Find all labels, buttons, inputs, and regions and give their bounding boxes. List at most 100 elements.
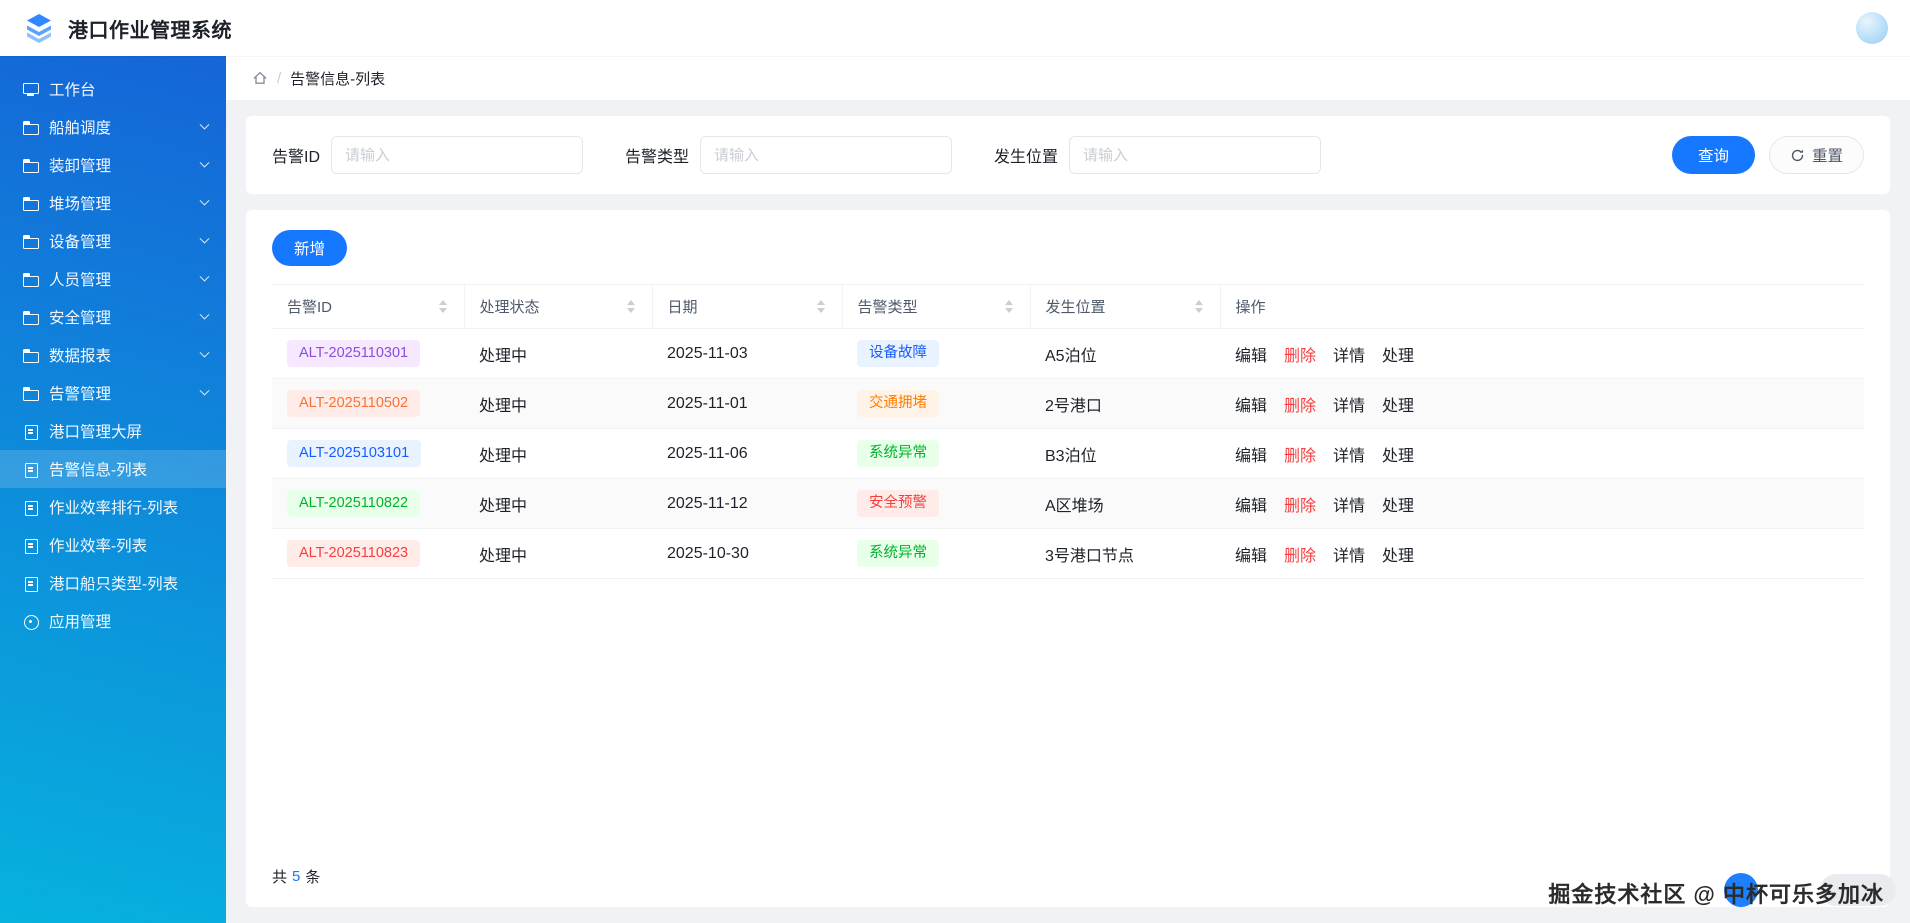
breadcrumb: / 告警信息-列表 (226, 56, 1910, 100)
menu-item-icon (22, 499, 38, 516)
action-edit-link[interactable]: 编辑 (1235, 542, 1267, 566)
total-number: 5 (292, 868, 301, 885)
app-logo-icon (22, 11, 56, 45)
sidebar-item[interactable]: 装卸管理 (0, 146, 226, 184)
add-button[interactable]: 新增 (272, 230, 348, 266)
menu-item-label: 告警信息-列表 (49, 462, 148, 479)
action-handle-link[interactable]: 处理 (1382, 542, 1414, 566)
user-avatar[interactable] (1856, 12, 1888, 44)
action-edit-link[interactable]: 编辑 (1235, 392, 1267, 416)
menu-item-icon (22, 461, 38, 478)
column-header[interactable]: 告警ID (272, 284, 465, 329)
action-delete-link[interactable]: 删除 (1284, 342, 1316, 366)
sort-icon[interactable] (1003, 298, 1015, 315)
chevron-down-icon (199, 385, 210, 396)
column-header[interactable]: 处理状态 (464, 284, 653, 329)
date-text: 2025-11-12 (667, 494, 748, 512)
action-edit-link[interactable]: 编辑 (1235, 492, 1267, 516)
sidebar-item[interactable]: 港口管理大屏 (0, 412, 226, 450)
location-text: B3泊位 (1045, 447, 1097, 465)
action-delete-link[interactable]: 删除 (1284, 492, 1316, 516)
alert-type-badge: 安全预警 (857, 489, 939, 518)
menu-item-label: 工作台 (49, 82, 96, 99)
sidebar-item[interactable]: 告警信息-列表 (0, 450, 226, 488)
action-detail-link[interactable]: 详情 (1333, 392, 1365, 416)
total-suffix: 条 (305, 869, 321, 886)
action-detail-link[interactable]: 详情 (1333, 542, 1365, 566)
chevron-down-icon (199, 195, 210, 206)
total-prefix: 共 (272, 869, 288, 886)
action-handle-link[interactable]: 处理 (1382, 392, 1414, 416)
action-delete-link[interactable]: 删除 (1284, 392, 1316, 416)
date-text: 2025-11-03 (667, 344, 748, 362)
table-header: 告警ID 处理状态 日期 告警类型 发生位置 操作 (272, 284, 1864, 329)
menu-item-label: 港口船只类型-列表 (49, 576, 179, 593)
menu-item-label: 港口管理大屏 (49, 424, 143, 441)
reset-button[interactable]: 重置 (1768, 136, 1864, 174)
column-header[interactable]: 发生位置 (1030, 284, 1221, 329)
column-label: 处理状态 (479, 299, 540, 316)
sort-icon[interactable] (437, 298, 449, 315)
action-detail-link[interactable]: 详情 (1333, 492, 1365, 516)
sidebar-item[interactable]: 港口船只类型-列表 (0, 564, 226, 602)
sidebar-item[interactable]: 告警管理 (0, 374, 226, 412)
action-handle-link[interactable]: 处理 (1382, 342, 1414, 366)
filter-input[interactable] (331, 136, 584, 174)
filter-actions: 查询 重置 (1671, 136, 1864, 174)
action-edit-link[interactable]: 编辑 (1235, 342, 1267, 366)
sidebar-item[interactable]: 作业效率-列表 (0, 526, 226, 564)
chevron-down-icon (199, 233, 210, 244)
sidebar-item[interactable]: 船舶调度 (0, 108, 226, 146)
menu-item-label: 安全管理 (49, 310, 112, 327)
action-handle-link[interactable]: 处理 (1382, 442, 1414, 466)
column-header[interactable]: 告警类型 (842, 284, 1031, 329)
sidebar-item[interactable]: 人员管理 (0, 260, 226, 298)
breadcrumb-current: 告警信息-列表 (290, 70, 386, 88)
sort-icon[interactable] (815, 298, 827, 315)
menu-item-icon (22, 347, 39, 363)
filter-input[interactable] (1069, 136, 1322, 174)
chevron-down-icon (199, 157, 210, 168)
refresh-icon (1790, 148, 1805, 163)
menu-item-label: 作业效率-列表 (49, 538, 148, 555)
sort-icon[interactable] (625, 298, 637, 315)
action-detail-link[interactable]: 详情 (1333, 442, 1365, 466)
location-text: A区堆场 (1045, 497, 1104, 515)
sidebar-item[interactable]: 堆场管理 (0, 184, 226, 222)
alert-type-badge: 设备故障 (857, 339, 939, 368)
action-delete-link[interactable]: 删除 (1284, 542, 1316, 566)
alerts-table: 告警ID 处理状态 日期 告警类型 发生位置 操作 ALT-2025110301… (272, 284, 1864, 579)
column-label: 告警类型 (857, 299, 918, 316)
menu-item-icon (22, 575, 38, 592)
column-header[interactable]: 操作 (1220, 284, 1864, 329)
menu-item-label: 船舶调度 (49, 120, 112, 137)
main-content: / 告警信息-列表 告警ID 告警类型 发生位置 (226, 56, 1910, 923)
action-detail-link[interactable]: 详情 (1333, 342, 1365, 366)
menu-item-label: 人员管理 (49, 272, 112, 289)
action-edit-link[interactable]: 编辑 (1235, 442, 1267, 466)
search-button[interactable]: 查询 (1671, 136, 1755, 174)
sort-icon[interactable] (1193, 298, 1205, 315)
chevron-down-icon (199, 347, 210, 358)
menu-item-icon (22, 119, 39, 135)
row-actions: 编辑 删除 详情 处理 (1235, 492, 1849, 516)
column-header[interactable]: 日期 (652, 284, 843, 329)
reset-button-label: 重置 (1811, 148, 1843, 165)
table-row: ALT-2025110301 处理中 2025-11-03 设备故障 A5泊位 … (272, 328, 1864, 379)
action-delete-link[interactable]: 删除 (1284, 442, 1316, 466)
filter-label: 告警ID (272, 149, 321, 166)
home-icon[interactable] (252, 70, 268, 86)
sidebar-item[interactable]: 工作台 (0, 70, 226, 108)
sidebar-item[interactable]: 应用管理 (0, 602, 226, 640)
filter-input[interactable] (700, 136, 953, 174)
sidebar-item[interactable]: 安全管理 (0, 298, 226, 336)
table-row: ALT-2025110823 处理中 2025-10-30 系统异常 3号港口节… (272, 528, 1864, 579)
sidebar-item[interactable]: 作业效率排行-列表 (0, 488, 226, 526)
action-handle-link[interactable]: 处理 (1382, 492, 1414, 516)
app-root: 港口作业管理系统 工作台 船舶调度 装卸管理 堆场管理 设备管理 人员管理 安全… (0, 0, 1910, 923)
menu-item-icon (22, 385, 39, 401)
top-header: 港口作业管理系统 (0, 0, 1910, 56)
sidebar-item[interactable]: 设备管理 (0, 222, 226, 260)
sidebar-item[interactable]: 数据报表 (0, 336, 226, 374)
table-body: ALT-2025110301 处理中 2025-11-03 设备故障 A5泊位 … (272, 328, 1864, 579)
